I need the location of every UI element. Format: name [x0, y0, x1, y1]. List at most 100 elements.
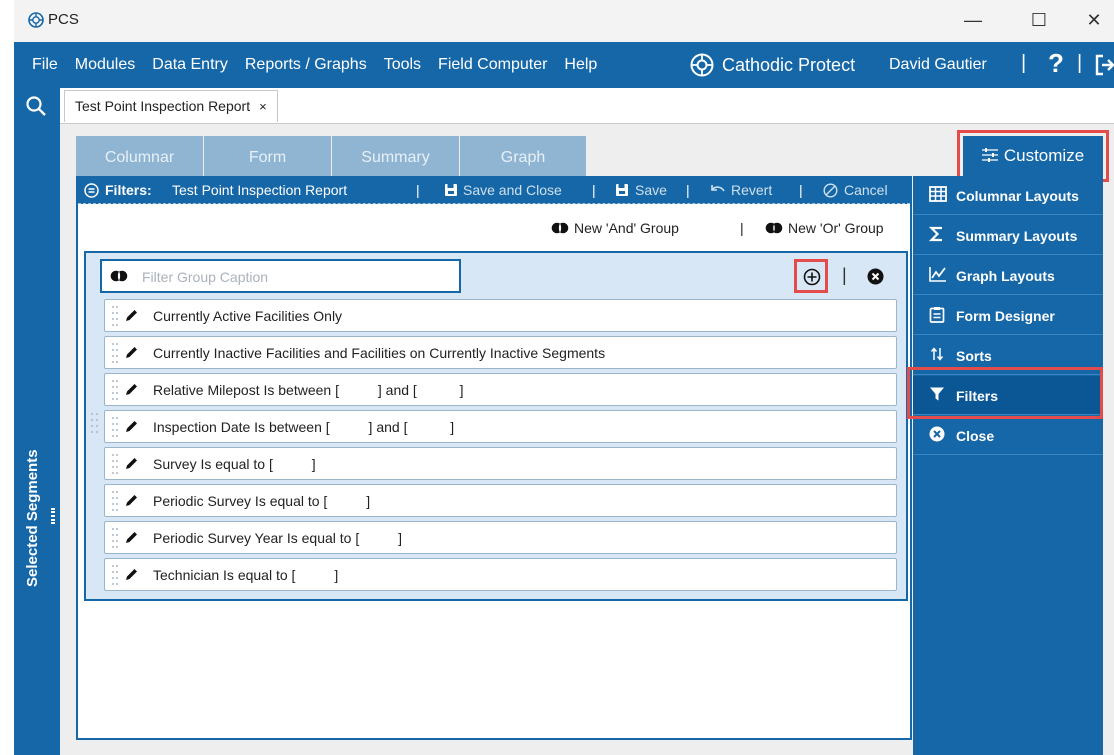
- form-designer-item[interactable]: Form Designer: [913, 296, 1103, 335]
- drag-handle-icon[interactable]: [90, 411, 100, 437]
- maximize-button[interactable]: ☐: [1027, 10, 1051, 30]
- filter-row[interactable]: Technician Is equal to [ ]: [104, 558, 897, 591]
- drag-handle-icon[interactable]: [111, 304, 119, 328]
- filter-row-label: Periodic Survey Is equal to [ ]: [153, 493, 371, 509]
- menu-help[interactable]: Help: [564, 56, 597, 74]
- summary-layouts-item[interactable]: Summary Layouts: [913, 216, 1103, 255]
- columnar-layouts-label: Columnar Layouts: [956, 188, 1079, 204]
- drag-handle-icon[interactable]: [111, 563, 119, 587]
- filter-row[interactable]: Relative Milepost Is between [ ] and [ ]: [104, 373, 897, 406]
- filter-row-label: Currently Active Facilities Only: [153, 308, 343, 324]
- brand-name: Cathodic Protect: [722, 54, 856, 75]
- drag-handle-icon[interactable]: [111, 378, 119, 402]
- delete-group-icon[interactable]: [867, 268, 884, 285]
- filter-row-label: Currently Inactive Facilities and Facili…: [153, 345, 606, 361]
- menu-modules[interactable]: Modules: [75, 56, 135, 74]
- close-window-button[interactable]: ✕: [1082, 10, 1106, 30]
- filter-circle-icon: [84, 183, 99, 198]
- tab-form[interactable]: Form: [204, 136, 331, 176]
- filter-group: Filter Group Caption | Currently Active …: [84, 251, 908, 601]
- close-panel-label: Close: [956, 428, 995, 444]
- revert-button[interactable]: Revert: [731, 182, 772, 198]
- document-tab-strip: Test Point Inspection Report ×: [60, 88, 1114, 124]
- filter-row-label: Technician Is equal to [ ]: [153, 567, 339, 583]
- save-button[interactable]: Save: [635, 182, 667, 198]
- drag-handle-icon[interactable]: [111, 489, 119, 513]
- filter-report-name: Test Point Inspection Report: [172, 182, 348, 198]
- main-menu: File Modules Data Entry Reports / Graphs…: [14, 42, 597, 88]
- graph-layouts-label: Graph Layouts: [956, 268, 1055, 284]
- or-group-label: New 'Or' Group: [788, 220, 884, 236]
- save-and-close-button[interactable]: Save and Close: [463, 182, 562, 198]
- edit-pencil-icon[interactable]: [124, 382, 139, 397]
- tab-test-point-inspection-report[interactable]: Test Point Inspection Report ×: [64, 90, 278, 122]
- edit-pencil-icon[interactable]: [124, 345, 139, 360]
- clipboard-icon: [929, 307, 945, 323]
- filter-group-caption-field[interactable]: Filter Group Caption: [100, 259, 461, 293]
- add-filter-highlight: [794, 259, 828, 293]
- minimize-button[interactable]: —: [961, 10, 985, 30]
- filter-row[interactable]: Periodic Survey Is equal to [ ]: [104, 484, 897, 517]
- new-and-group-button[interactable]: New 'And' Group: [551, 220, 679, 236]
- menu-file[interactable]: File: [32, 56, 58, 74]
- cancel-button[interactable]: Cancel: [844, 182, 888, 198]
- graph-layouts-item[interactable]: Graph Layouts: [913, 256, 1103, 295]
- filter-row-label: Periodic Survey Year Is equal to [ ]: [153, 530, 403, 546]
- menu-reports-graphs[interactable]: Reports / Graphs: [245, 56, 367, 74]
- selected-segments-label[interactable]: Selected Segments: [24, 418, 48, 618]
- edit-pencil-icon[interactable]: [124, 567, 139, 582]
- filter-row[interactable]: Periodic Survey Year Is equal to [ ]: [104, 521, 897, 554]
- filter-editor: Filters: Test Point Inspection Report | …: [76, 176, 912, 740]
- filter-row[interactable]: Inspection Date Is between [ ] and [ ]: [104, 410, 897, 443]
- new-or-group-button[interactable]: New 'Or' Group: [765, 220, 884, 236]
- filter-row[interactable]: Currently Active Facilities Only: [104, 299, 897, 332]
- columnar-layouts-item[interactable]: Columnar Layouts: [913, 176, 1103, 215]
- toolbar-separator: |: [686, 182, 690, 198]
- group-separator: |: [740, 220, 744, 236]
- save-icon: [445, 184, 457, 196]
- filters-prefix: Filters:: [105, 182, 152, 198]
- filter-row-label: Relative Milepost Is between [ ] and [ ]: [153, 382, 464, 398]
- and-group-icon: [110, 270, 128, 282]
- and-group-icon: [551, 222, 569, 234]
- edit-pencil-icon[interactable]: [124, 493, 139, 508]
- tab-graph[interactable]: Graph: [460, 136, 586, 176]
- filters-highlight: [907, 367, 1103, 419]
- filter-row[interactable]: Survey Is equal to [ ]: [104, 447, 897, 480]
- toolbar-separator: |: [799, 182, 803, 198]
- and-group-label: New 'And' Group: [574, 220, 679, 236]
- logout-icon[interactable]: [1094, 54, 1114, 76]
- user-name[interactable]: David Gautier: [889, 56, 987, 74]
- toolbar-separator: |: [592, 182, 596, 198]
- drag-handle-icon[interactable]: [111, 452, 119, 476]
- customize-highlight: [957, 130, 1109, 182]
- form-designer-label: Form Designer: [956, 308, 1055, 324]
- close-panel-item[interactable]: Close: [913, 416, 1103, 455]
- menu-bar: File Modules Data Entry Reports / Graphs…: [14, 42, 1114, 88]
- sidebar-search[interactable]: [14, 88, 60, 124]
- edit-pencil-icon[interactable]: [124, 456, 139, 471]
- menu-data-entry[interactable]: Data Entry: [152, 56, 228, 74]
- drag-handle-icon[interactable]: [111, 415, 119, 439]
- main-panel: Columnar Form Summary Graph Customize Fi…: [60, 124, 1114, 755]
- tab-columnar[interactable]: Columnar: [76, 136, 203, 176]
- search-icon[interactable]: [25, 95, 47, 117]
- sorts-label: Sorts: [956, 348, 992, 364]
- help-button[interactable]: ?: [1048, 48, 1064, 79]
- drag-handle-icon[interactable]: [111, 341, 119, 365]
- edit-pencil-icon[interactable]: [124, 419, 139, 434]
- drag-handle-icon[interactable]: [111, 526, 119, 550]
- edit-pencil-icon[interactable]: [124, 530, 139, 545]
- filter-row[interactable]: Currently Inactive Facilities and Facili…: [104, 336, 897, 369]
- edit-pencil-icon[interactable]: [124, 308, 139, 323]
- save-icon: [616, 184, 628, 196]
- or-group-icon: [765, 222, 783, 234]
- menu-tools[interactable]: Tools: [384, 56, 421, 74]
- cancel-icon: [823, 183, 838, 198]
- window-title: PCS: [48, 11, 79, 28]
- close-tab-icon[interactable]: ×: [259, 99, 267, 114]
- tab-summary[interactable]: Summary: [332, 136, 459, 176]
- sidebar-resize-handle[interactable]: [51, 508, 55, 524]
- menu-field-computer[interactable]: Field Computer: [438, 56, 547, 74]
- customize-panel: Columnar Layouts Summary Layouts Graph L…: [913, 176, 1103, 755]
